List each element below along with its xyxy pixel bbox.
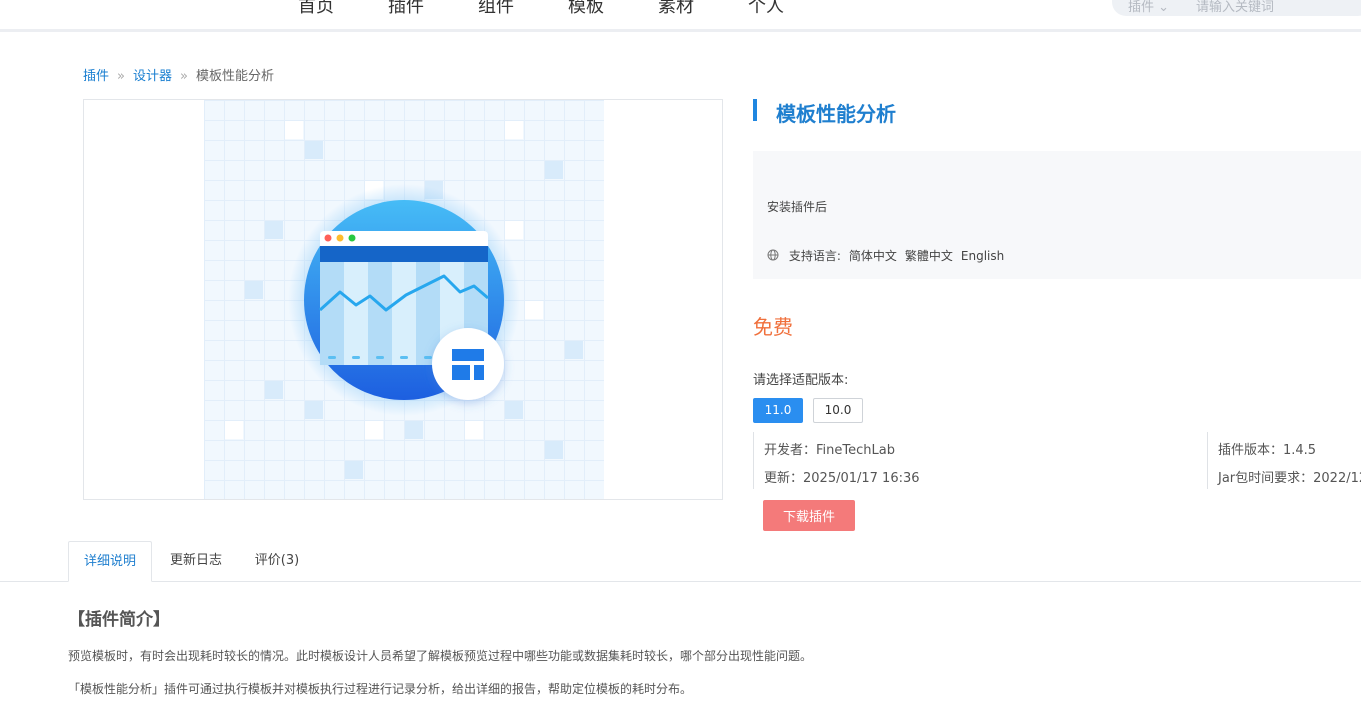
breadcrumb-current: 模板性能分析 <box>195 69 274 84</box>
detail-paragraph: 「模板性能分析」插件可通过执行模板并对模板执行过程进行记录分析，给出详细的报告，… <box>68 682 693 696</box>
tab-changelog[interactable]: 更新日志 <box>156 541 236 582</box>
download-plugin-button[interactable]: 下载插件 <box>763 500 855 531</box>
language-item: 简体中文 <box>848 249 897 263</box>
plugin-preview-image <box>83 99 723 500</box>
top-navigation: 首页 插件 组件 模板 素材 个人 插件 ⌄ 请输入关键词 <box>0 0 1361 32</box>
meta-divider <box>1207 432 1208 489</box>
language-item: 繁體中文 <box>904 249 953 263</box>
version-option-10[interactable]: 10.0 <box>813 398 863 423</box>
breadcrumb-separator: » <box>180 69 188 84</box>
search-scope-label: 插件 <box>1128 0 1155 15</box>
tab-reviews[interactable]: 评价(3) <box>240 541 314 582</box>
breadcrumb: 插件 » 设计器 » 模板性能分析 <box>83 65 274 84</box>
breadcrumb-designer[interactable]: 设计器 <box>133 69 172 84</box>
plugin-intro: 安装插件后 <box>767 200 828 214</box>
breadcrumb-separator: » <box>117 69 125 84</box>
nav-personal[interactable]: 个人 <box>748 0 784 18</box>
nav-templates[interactable]: 模板 <box>568 0 604 18</box>
developer-info: 开发者：FineTechLab <box>764 443 895 458</box>
language-item: English <box>960 249 1005 263</box>
section-title: 【插件简介】 <box>68 610 170 630</box>
plugin-price: 免费 <box>753 315 793 339</box>
supported-languages: 支持语言: 简体中文 繁體中文 English <box>767 247 1012 264</box>
plugin-version: 插件版本：1.4.5 <box>1218 443 1317 458</box>
meta-divider <box>753 432 754 489</box>
globe-icon <box>767 249 783 263</box>
chevron-down-icon: ⌄ <box>1158 0 1170 15</box>
nav-materials[interactable]: 素材 <box>658 0 694 18</box>
language-label: 支持语言: <box>788 249 841 263</box>
breadcrumb-plugins[interactable]: 插件 <box>83 69 109 84</box>
version-option-11[interactable]: 11.0 <box>753 398 803 423</box>
detail-paragraph: 预览模板时，有时会出现耗时较长的情况。此时模板设计人员希望了解模板预览过程中哪些… <box>68 649 813 663</box>
plugin-title: 模板性能分析 <box>776 102 896 126</box>
update-time: 更新：2025/01/17 16:36 <box>764 471 920 486</box>
version-select-label: 请选择适配版本: <box>753 373 849 388</box>
search-input[interactable]: 请输入关键词 <box>1196 0 1274 15</box>
detail-tabs: 详细说明 更新日志 评价(3) <box>0 541 1361 582</box>
jar-time-requirement: Jar包时间要求：2022/12 <box>1218 471 1361 486</box>
chart-window-icon <box>288 184 520 416</box>
title-accent-bar <box>753 99 757 121</box>
tab-details[interactable]: 详细说明 <box>68 541 152 582</box>
nav-plugins[interactable]: 插件 <box>388 0 424 18</box>
nav-home[interactable]: 首页 <box>298 0 334 18</box>
search-scope-select[interactable]: 插件 ⌄ <box>1128 0 1169 15</box>
plugin-summary-box: 安装插件后 支持语言: 简体中文 繁體中文 English <box>753 151 1361 279</box>
layout-icon <box>432 328 504 400</box>
search-box[interactable]: 插件 ⌄ 请输入关键词 <box>1112 0 1361 16</box>
nav-components[interactable]: 组件 <box>478 0 514 18</box>
